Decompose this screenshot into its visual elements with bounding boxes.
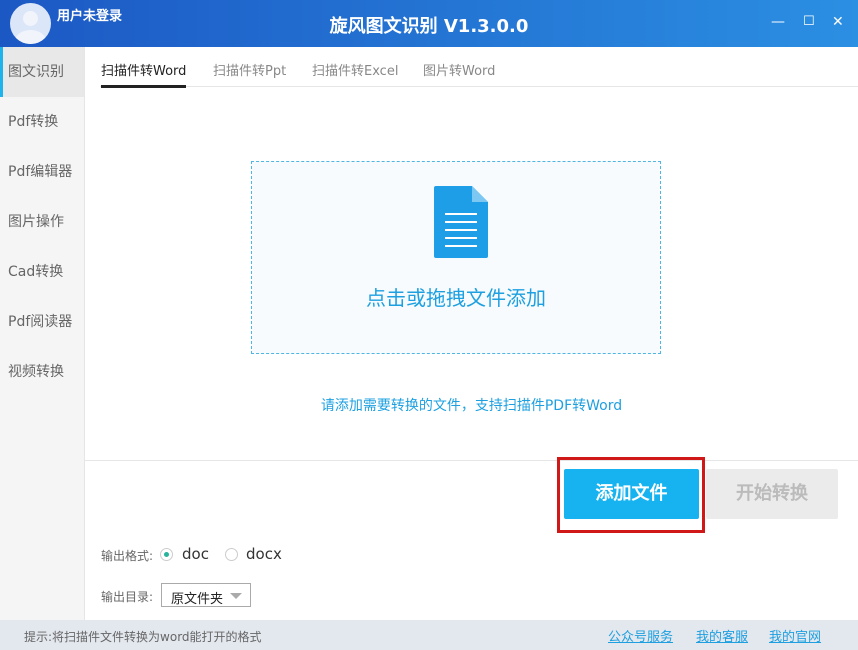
- title-bar: 用户未登录 旋风图文识别 V1.3.0.0 — ☐ ✕: [0, 0, 858, 47]
- start-convert-button[interactable]: 开始转换: [706, 469, 838, 519]
- status-bar: 提示:将扫描件文件转换为word能打开的格式 公众号服务 我的客服 我的官网: [0, 620, 858, 650]
- radio-docx[interactable]: [225, 548, 238, 561]
- sidebar-item-image[interactable]: 图片操作: [0, 197, 84, 247]
- drop-zone-text: 点击或拖拽文件添加: [366, 286, 546, 310]
- tab-bar: 扫描件转Word 扫描件转Ppt 扫描件转Excel 图片转Word: [100, 52, 858, 88]
- link-official-site[interactable]: 我的官网: [769, 626, 821, 645]
- radio-doc[interactable]: [160, 548, 173, 561]
- chevron-down-icon: [230, 593, 242, 599]
- maximize-button[interactable]: ☐: [803, 14, 815, 29]
- link-customer-service[interactable]: 我的客服: [696, 626, 748, 645]
- highlight-box: [557, 457, 705, 533]
- tab-scan-to-word[interactable]: 扫描件转Word: [101, 60, 187, 88]
- sidebar: 图文识别 Pdf转换 Pdf编辑器 图片操作 Cad转换 Pdf阅读器 视频转换: [0, 47, 85, 620]
- output-format-label: 输出格式:: [101, 549, 154, 563]
- app-title: 旋风图文识别 V1.3.0.0: [329, 16, 529, 37]
- document-icon: [434, 186, 488, 258]
- status-tip: 提示:将扫描件文件转换为word能打开的格式: [24, 630, 262, 644]
- output-dir-select[interactable]: 原文件夹: [161, 583, 251, 607]
- close-button[interactable]: ✕: [832, 14, 844, 30]
- sidebar-item-video[interactable]: 视频转换: [0, 347, 84, 397]
- sidebar-item-pdf-editor[interactable]: Pdf编辑器: [0, 147, 84, 197]
- file-drop-zone[interactable]: 点击或拖拽文件添加: [251, 161, 661, 354]
- divider: [85, 460, 858, 461]
- output-dir-label: 输出目录:: [101, 590, 154, 604]
- radio-doc-label[interactable]: doc: [182, 545, 209, 563]
- sidebar-item-cad[interactable]: Cad转换: [0, 247, 84, 297]
- hint-text: 请添加需要转换的文件，支持扫描件PDF转Word: [320, 398, 623, 414]
- tab-scan-to-excel[interactable]: 扫描件转Excel: [312, 60, 398, 79]
- radio-docx-label[interactable]: docx: [246, 545, 282, 563]
- sidebar-item-pdf-reader[interactable]: Pdf阅读器: [0, 297, 84, 347]
- output-dir-value: 原文件夹: [171, 592, 224, 607]
- sidebar-item-pdf-convert[interactable]: Pdf转换: [0, 97, 84, 147]
- tab-image-to-word[interactable]: 图片转Word: [423, 60, 495, 79]
- sidebar-item-ocr[interactable]: 图文识别: [0, 47, 84, 97]
- tab-scan-to-ppt[interactable]: 扫描件转Ppt: [213, 60, 286, 79]
- minimize-button[interactable]: —: [771, 14, 785, 30]
- link-official-account[interactable]: 公众号服务: [608, 626, 673, 645]
